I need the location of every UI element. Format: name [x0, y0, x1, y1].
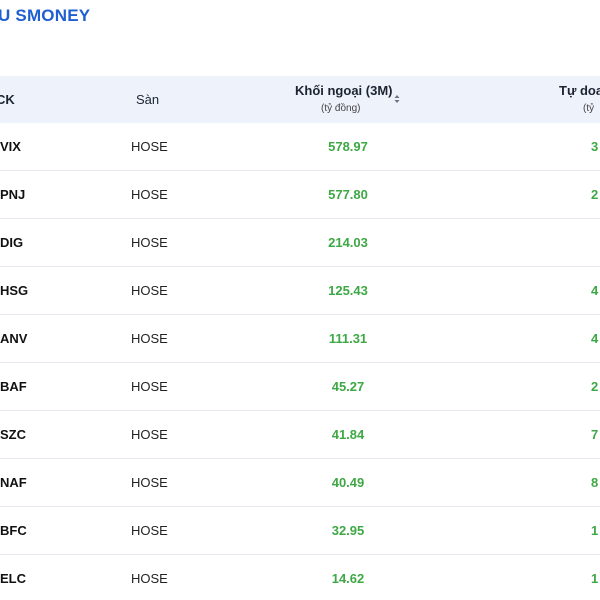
foreign-value-cell: 14.62	[331, 571, 365, 586]
foreign-value-cell: 111.31	[328, 331, 368, 346]
ticker-cell[interactable]: PNJ	[0, 187, 25, 202]
foreign-trading-table: CK Sàn Khối ngoại (3M) (tỷ đồng) Tự doa …	[0, 76, 600, 600]
foreign-header-title: Khối ngoại (3M)	[295, 83, 393, 98]
self-trade-value-cell: 3	[591, 139, 599, 154]
sort-updown-icon[interactable]	[394, 94, 400, 104]
foreign-value-cell: 214.03	[328, 235, 368, 250]
foreign-value-cell: 40.49	[331, 475, 365, 490]
foreign-value-cell: 32.95	[331, 523, 365, 538]
table-row[interactable]: VIX HOSE 578.97 3	[0, 123, 600, 171]
exchange-cell: HOSE	[131, 235, 168, 250]
table-body: VIX HOSE 578.97 3 PNJ HOSE 577.80 2 DIG …	[0, 123, 600, 600]
table-row[interactable]: NAF HOSE 40.49 8	[0, 459, 600, 507]
ticker-cell[interactable]: NAF	[0, 475, 27, 490]
foreign-value-cell: 577.80	[328, 187, 368, 202]
table-row[interactable]: BAF HOSE 45.27 2	[0, 363, 600, 411]
self-trade-value-cell: 7	[591, 427, 599, 442]
foreign-value-cell: 578.97	[328, 139, 368, 154]
table-row[interactable]: HSG HOSE 125.43 4	[0, 267, 600, 315]
brand-title: U SMONEY	[0, 6, 91, 25]
table-row[interactable]: ANV HOSE 111.31 4	[0, 315, 600, 363]
exchange-cell: HOSE	[131, 475, 168, 490]
table-row[interactable]: SZC HOSE 41.84 7	[0, 411, 600, 459]
exchange-cell: HOSE	[131, 187, 168, 202]
column-header-self-trade[interactable]: Tự doa (tỷ	[559, 83, 600, 114]
self-trade-header-title: Tự doa	[559, 83, 600, 98]
exchange-cell: HOSE	[131, 283, 168, 298]
foreign-value-cell: 45.27	[331, 379, 365, 394]
self-trade-value-cell: 8	[591, 475, 599, 490]
exchange-cell: HOSE	[131, 331, 168, 346]
ticker-cell[interactable]: HSG	[0, 283, 28, 298]
ticker-cell[interactable]: ELC	[0, 571, 26, 586]
ticker-cell[interactable]: VIX	[0, 139, 21, 154]
self-trade-value-cell: 1	[591, 523, 599, 538]
table-row[interactable]: DIG HOSE 214.03	[0, 219, 600, 267]
self-trade-value-cell: 4	[591, 283, 599, 298]
exchange-cell: HOSE	[131, 571, 168, 586]
self-trade-value-cell: 2	[591, 379, 599, 394]
foreign-value-cell: 41.84	[331, 427, 365, 442]
table-row[interactable]: PNJ HOSE 577.80 2	[0, 171, 600, 219]
ticker-cell[interactable]: BAF	[0, 379, 27, 394]
self-trade-value-cell: 2	[591, 187, 599, 202]
column-header-ticker[interactable]: CK	[0, 92, 15, 107]
table-row[interactable]: BFC HOSE 32.95 1	[0, 507, 600, 555]
column-header-exchange[interactable]: Sàn	[136, 92, 159, 107]
foreign-header-unit: (tỷ đồng)	[321, 103, 361, 114]
exchange-cell: HOSE	[131, 379, 168, 394]
ticker-cell[interactable]: SZC	[0, 427, 26, 442]
exchange-cell: HOSE	[131, 427, 168, 442]
exchange-cell: HOSE	[131, 523, 168, 538]
exchange-cell: HOSE	[131, 139, 168, 154]
self-trade-value-cell: 1	[591, 571, 599, 586]
table-header: CK Sàn Khối ngoại (3M) (tỷ đồng) Tự doa …	[0, 76, 600, 123]
table-row[interactable]: ELC HOSE 14.62 1	[0, 555, 600, 600]
self-trade-value-cell: 4	[591, 331, 599, 346]
page: U SMONEY CK Sàn Khối ngoại (3M) (tỷ đồng…	[0, 0, 600, 600]
column-header-foreign[interactable]: Khối ngoại (3M) (tỷ đồng)	[295, 83, 393, 114]
ticker-cell[interactable]: BFC	[0, 523, 27, 538]
self-trade-header-unit: (tỷ	[583, 103, 595, 114]
ticker-cell[interactable]: DIG	[0, 235, 23, 250]
ticker-cell[interactable]: ANV	[0, 331, 27, 346]
foreign-value-cell: 125.43	[328, 283, 368, 298]
